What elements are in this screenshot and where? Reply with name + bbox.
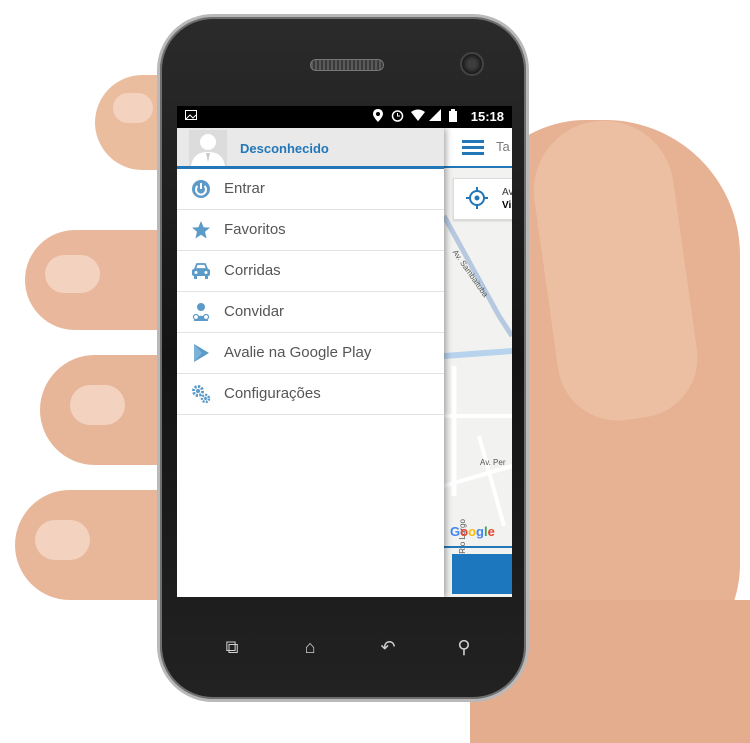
menu-label: Avalie na Google Play <box>224 344 372 361</box>
power-icon <box>192 180 210 198</box>
menu-item-favoritos[interactable]: Favoritos <box>177 210 444 251</box>
play-icon <box>194 344 209 362</box>
address-card[interactable]: Av Vi <box>453 178 512 220</box>
wifi-icon <box>411 109 425 124</box>
location-pin-icon <box>373 109 383 125</box>
username: Desconhecido <box>240 141 329 156</box>
home-button[interactable]: ⌂ <box>298 635 322 659</box>
menu-label: Favoritos <box>224 221 286 238</box>
battery-icon <box>449 109 457 125</box>
locate-icon[interactable] <box>466 187 488 209</box>
search-button[interactable]: ⚲ <box>452 635 476 659</box>
car-icon <box>192 263 210 279</box>
address-line-2: Vi <box>502 200 512 211</box>
menu-item-corridas[interactable]: Corridas <box>177 251 444 292</box>
phone-camera <box>460 52 484 76</box>
google-logo: Google <box>450 524 495 539</box>
map-view[interactable]: Ta Av Vi Av. Sambaituba Av. Per R. Rio L… <box>444 128 512 597</box>
request-ride-button[interactable] <box>452 554 512 594</box>
status-time: 15:18 <box>470 109 504 124</box>
menu-item-configuracoes[interactable]: Configurações <box>177 374 444 415</box>
signal-icon <box>429 109 441 124</box>
menu-item-entrar[interactable]: Entrar <box>177 169 444 210</box>
address-line-1: Av <box>502 187 512 198</box>
map-title: Ta <box>496 139 510 154</box>
alarm-icon <box>391 109 404 125</box>
menu-label: Configurações <box>224 385 321 402</box>
map-divider <box>444 546 512 548</box>
gears-icon <box>192 385 211 404</box>
navigation-drawer: Desconhecido Entrar Favoritos Corridas C… <box>177 128 444 597</box>
menu-label: Entrar <box>224 180 265 197</box>
menu-label: Convidar <box>224 303 285 320</box>
drawer-header: Desconhecido <box>177 128 444 169</box>
map-header: Ta <box>444 128 512 168</box>
star-icon <box>192 221 210 239</box>
back-button[interactable]: ↶ <box>376 635 400 659</box>
menu-item-avalie-google-play[interactable]: Avalie na Google Play <box>177 333 444 374</box>
phone-speaker <box>310 59 384 71</box>
hamburger-menu-icon[interactable] <box>462 140 484 155</box>
menu-label: Corridas <box>224 262 281 279</box>
status-bar: 15:18 <box>177 106 512 128</box>
avatar <box>189 130 227 166</box>
street-label: Av. Per <box>480 458 506 467</box>
image-icon <box>185 109 197 123</box>
invite-icon <box>192 303 210 321</box>
recent-apps-button[interactable]: ⧉ <box>220 635 244 659</box>
phone-screen: 15:18 Ta Av Vi Av. Sambaituba Av. Per R. <box>177 106 512 597</box>
menu-item-convidar[interactable]: Convidar <box>177 292 444 333</box>
